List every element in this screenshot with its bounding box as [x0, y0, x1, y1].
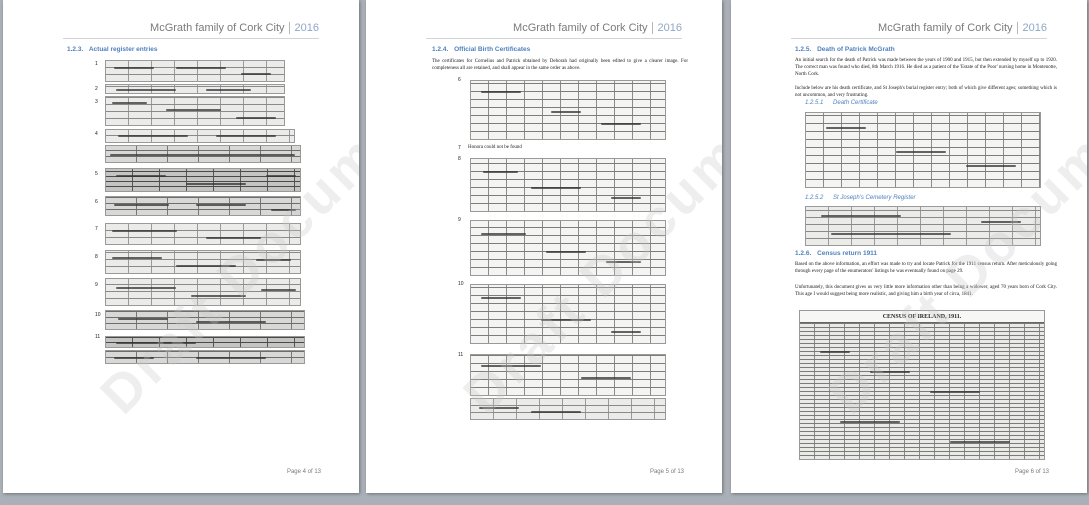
header-rule	[426, 38, 682, 39]
subsection-title: Death Certificate	[833, 100, 878, 106]
page-number: Page 6 of 13	[1014, 469, 1049, 475]
entry-number: 1	[95, 61, 98, 67]
page-header: McGrath family of Cork City 2016	[150, 22, 319, 34]
header-title: McGrath family of Cork City	[150, 22, 285, 34]
entry-number: 7	[95, 226, 98, 232]
entry-number: 9	[458, 217, 461, 223]
entry-number: 11	[95, 334, 101, 340]
entry-number: 8	[95, 254, 98, 260]
section-title: Death of Patrick McGrath	[817, 46, 895, 53]
section-heading: 1.2.6. Census return 1911	[795, 250, 877, 257]
census-return-scan: CENSUS OF IRELAND, 1911.	[799, 310, 1045, 460]
intro-paragraph: The certificates for Cornelius and Patri…	[432, 59, 688, 71]
entry-number: 9	[95, 282, 98, 288]
birth-certificate-scan	[470, 354, 666, 396]
section-heading: 1.2.4. Official Birth Certificates	[432, 46, 530, 53]
register-scan	[105, 84, 285, 94]
birth-certificate-scan	[470, 80, 666, 140]
entry-number: 5	[95, 171, 98, 177]
death-certificate-scan	[805, 112, 1041, 188]
entry-number: 6	[95, 199, 98, 205]
birth-certificate-scan	[470, 284, 666, 344]
page-number: Page 4 of 13	[286, 469, 321, 475]
section-number: 1.2.6.	[795, 250, 812, 257]
subsection-title: St Joseph's Cemetery Register	[833, 195, 916, 201]
document-page-5: McGrath family of Cork City 2016 1.2.4. …	[366, 0, 722, 493]
birth-certificate-scan	[470, 220, 666, 276]
page-header: McGrath family of Cork City 2016	[878, 22, 1047, 34]
subsection-number: 1.2.5.2	[805, 195, 824, 201]
birth-certificate-scan	[470, 398, 666, 420]
register-scan	[105, 250, 301, 274]
section-heading: 1.2.5. Death of Patrick McGrath	[795, 46, 895, 53]
section-heading: 1.2.3. Actual register entries	[67, 46, 157, 53]
section-number: 1.2.5.	[795, 46, 812, 53]
subsection-heading: 1.2.5.2 St Joseph's Cemetery Register	[805, 195, 916, 201]
register-scan	[105, 96, 285, 126]
document-page-4: McGrath family of Cork City 2016 1.2.3. …	[3, 0, 359, 493]
subsection-number: 1.2.5.1	[805, 100, 824, 106]
section-title: Actual register entries	[88, 46, 158, 53]
register-scan	[105, 336, 305, 348]
page-number: Page 5 of 13	[649, 469, 684, 475]
entry-number: 4	[95, 131, 98, 137]
header-rule	[791, 38, 1047, 39]
section-number: 1.2.4.	[432, 46, 449, 53]
paragraph: Based on the above information, an effor…	[795, 262, 1057, 274]
register-scan	[105, 196, 301, 216]
section-number: 1.2.3.	[67, 46, 84, 53]
section-title: Official Birth Certificates	[454, 46, 531, 53]
register-scan	[105, 145, 301, 163]
document-page-6: McGrath family of Cork City 2016 1.2.5. …	[731, 0, 1087, 493]
entry-number: 7	[458, 145, 461, 151]
entry-number: 11	[458, 352, 464, 358]
paragraph: An initial search for the death of Patri…	[795, 58, 1057, 77]
paragraph: Unfortunately, this document gives us ve…	[795, 285, 1057, 297]
entry-number: 3	[95, 99, 98, 105]
entry-number: 10	[95, 312, 101, 318]
register-scan	[105, 310, 305, 330]
header-year: 2016	[651, 22, 682, 34]
birth-certificate-scan	[470, 158, 666, 212]
entry-number: 2	[95, 86, 98, 92]
subsection-heading: 1.2.5.1 Death Certificate	[805, 100, 878, 106]
header-year: 2016	[1016, 22, 1047, 34]
not-found-note: Honora could not be found	[468, 145, 522, 150]
register-scan	[105, 129, 295, 143]
census-title: CENSUS OF IRELAND, 1911.	[800, 311, 1044, 323]
register-scan	[105, 223, 301, 245]
entry-number: 8	[458, 156, 461, 162]
register-scan	[105, 60, 285, 82]
register-scan	[105, 278, 301, 306]
register-scan	[105, 350, 305, 364]
entry-number: 6	[458, 77, 461, 83]
header-rule	[63, 38, 319, 39]
entry-number: 10	[458, 281, 464, 287]
cemetery-register-scan	[805, 206, 1041, 246]
header-title: McGrath family of Cork City	[513, 22, 648, 34]
header-title: McGrath family of Cork City	[878, 22, 1013, 34]
paragraph: Include below are his death certificate,…	[795, 86, 1057, 98]
section-title: Census return 1911	[817, 250, 878, 257]
header-year: 2016	[288, 22, 319, 34]
register-scan	[105, 168, 301, 192]
page-header: McGrath family of Cork City 2016	[513, 22, 682, 34]
